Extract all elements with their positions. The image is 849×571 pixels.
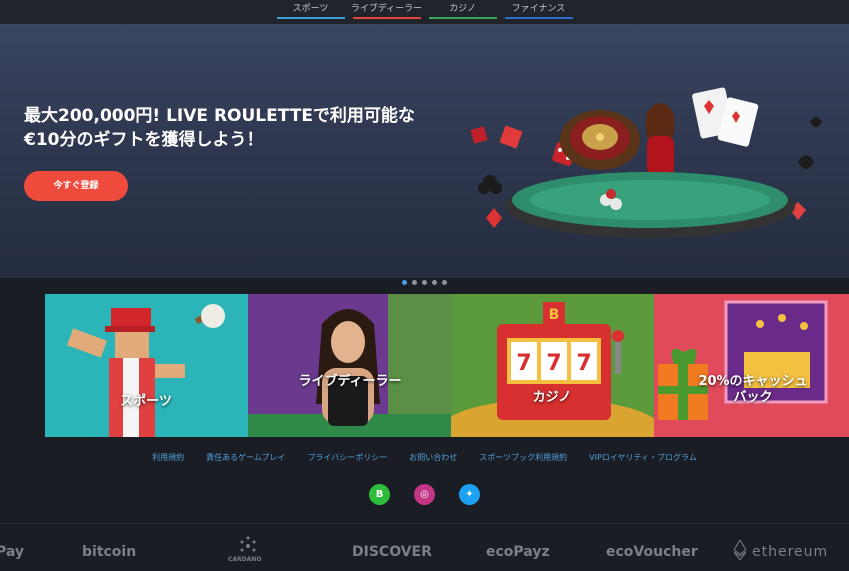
payment-logo-ecopayz: ecoPayz xyxy=(486,544,550,560)
twitter-icon[interactable]: ✦ xyxy=(459,484,480,505)
slot-machine-illustration: B 7 7 7 xyxy=(451,294,654,437)
tile-cashback[interactable]: 20%のキャッシュバック xyxy=(654,294,849,437)
icon-glyph: ✦ xyxy=(465,489,474,500)
icon-glyph: ◎ xyxy=(420,489,429,500)
top-navigation: スポーツ ライブディーラー カジノ ファイナンス xyxy=(0,0,849,24)
hero-headline: 最大200,000円! LIVE ROULETTEで利用可能な€10分のギフトを… xyxy=(24,106,415,150)
payment-logo-ethereum: ethereum xyxy=(752,544,829,560)
tab-label: カジノ xyxy=(449,4,476,14)
carousel-dot-1[interactable] xyxy=(402,280,407,285)
carousel-dot-4[interactable] xyxy=(432,280,437,285)
page: スポーツ ライブディーラー カジノ ファイナンス 最大200,000円! LIV… xyxy=(0,0,849,571)
payment-logo-cardano: CARDANO xyxy=(228,556,262,563)
tab-underline xyxy=(504,17,573,19)
tab-label: ライブディーラー xyxy=(350,4,423,14)
hero-banner: 最大200,000円! LIVE ROULETTEで利用可能な€10分のギフトを… xyxy=(0,24,849,278)
tile-sports[interactable]: スポーツ xyxy=(45,294,248,437)
tab-finance[interactable]: ファイナンス xyxy=(501,0,577,20)
payment-logo-bitcoin: bitcoin xyxy=(82,544,137,560)
instagram-icon[interactable]: ◎ xyxy=(414,484,435,505)
footer-links: 利用規約 責任あるゲームプレイ プライバシーポリシー お問い合わせ スポーツブッ… xyxy=(0,452,849,466)
svg-text:7: 7 xyxy=(576,351,591,376)
footer-link-privacy-policy[interactable]: プライバシーポリシー xyxy=(307,452,387,466)
tile-casino[interactable]: B 7 7 7 カジノ xyxy=(451,294,654,437)
tile-label: カジノ xyxy=(532,390,572,405)
tab-label: スポーツ xyxy=(292,4,329,14)
tab-label: ファイナンス xyxy=(511,4,566,14)
tab-live-dealer[interactable]: ライブディーラー xyxy=(349,0,425,20)
tab-casino[interactable]: カジノ xyxy=(425,0,501,20)
footer-link-contact[interactable]: お問い合わせ xyxy=(409,452,457,466)
payment-logo-pay: Pay xyxy=(0,544,25,560)
payment-logo-ecovoucher: ecoVoucher xyxy=(606,544,698,560)
ethereum-icon xyxy=(734,540,746,560)
tab-underline xyxy=(352,17,421,19)
footer-link-terms[interactable]: 利用規約 xyxy=(152,452,184,466)
tab-underline xyxy=(276,17,345,19)
carousel-dot-2[interactable] xyxy=(412,280,417,285)
footer-link-sportsbook-terms[interactable]: スポーツブック利用規約 xyxy=(479,452,567,466)
tab-underline xyxy=(428,17,497,19)
footer-link-responsible-gaming[interactable]: 責任あるゲームプレイ xyxy=(206,452,285,466)
live-dealer-illustration xyxy=(248,294,451,437)
social-links: B ◎ ✦ xyxy=(0,484,849,506)
tile-live-dealer[interactable]: ライブディーラー xyxy=(248,294,451,437)
roulette-table-illustration xyxy=(470,87,822,238)
footer-link-vip-program[interactable]: VIPロイヤリティ・プログラム xyxy=(589,452,697,466)
footer-divider xyxy=(0,523,849,524)
register-now-button[interactable]: 今すぐ登録 xyxy=(24,171,128,201)
baseball-player-illustration xyxy=(45,294,248,437)
svg-text:7: 7 xyxy=(546,351,561,376)
carousel-dot-3[interactable] xyxy=(422,280,427,285)
category-tiles: スポーツ ライブディーラー B 7 7 7 カジノ 20%のキャッシュバック xyxy=(45,294,849,437)
svg-text:B: B xyxy=(549,307,560,323)
carousel-dot-5[interactable] xyxy=(442,280,447,285)
cardano-icon xyxy=(240,536,256,552)
tab-sports[interactable]: スポーツ xyxy=(273,0,349,20)
tile-label: 20%のキャッシュバック xyxy=(698,374,808,405)
tile-label: ライブディーラー xyxy=(298,374,402,389)
payment-logo-discover: DISCOVER xyxy=(352,544,432,560)
carousel-dots xyxy=(0,280,849,290)
icon-glyph: B xyxy=(375,489,384,500)
brand-b-icon[interactable]: B xyxy=(369,484,390,505)
cashback-gift-illustration xyxy=(654,294,849,437)
svg-text:7: 7 xyxy=(516,351,531,376)
tile-label: スポーツ xyxy=(120,394,172,409)
